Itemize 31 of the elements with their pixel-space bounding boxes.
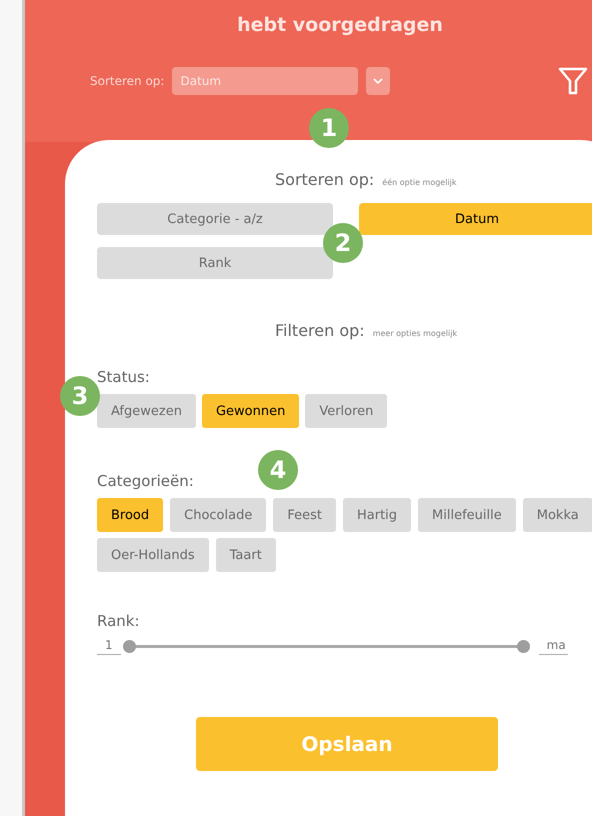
category-chip[interactable]: Millefeuille [418,498,516,532]
min-value-field[interactable]: 1 [97,638,121,655]
sort-option[interactable]: Categorie - a/z [97,203,333,235]
category-chip[interactable]: Mokka [522,498,592,532]
page-title: hebt voorgedragen [236,14,444,36]
category-chip[interactable]: Hartig [342,498,412,532]
slider-handle[interactable] [517,640,530,653]
status-chip[interactable]: Afgewezen [97,394,196,428]
caret-icon [373,77,384,85]
section-title: Filteren op: [275,321,365,340]
range-slider[interactable] [122,640,531,653]
category-chip[interactable]: Taart [216,538,276,572]
filter-icon[interactable] [558,66,588,96]
category-chip[interactable]: Chocolade [170,498,266,532]
status-chip[interactable]: Verloren [305,394,388,428]
hint-text: meer opties mogelijk [372,329,458,338]
categories-label: Categorieën: [97,472,195,490]
sort-option[interactable]: Rank [97,247,333,279]
sort-label: Sorteren op: [90,74,164,88]
slider-handle[interactable] [123,640,136,653]
status-chip[interactable]: Gewonnen [202,394,300,428]
category-chip[interactable]: Oer-Hollands [97,538,209,572]
status-label: Status: [97,368,151,386]
max-value-field[interactable]: ma [538,638,568,655]
dropdown-button[interactable] [366,67,390,95]
hint-text: één optie mogelijk [382,178,457,187]
section-title: Sorteren op: [275,170,374,189]
sort-option[interactable]: Datum [359,203,592,235]
category-chip[interactable]: Brood [97,498,164,532]
rank-label: Rank: [97,612,141,630]
category-chip[interactable]: Feest [273,498,336,532]
